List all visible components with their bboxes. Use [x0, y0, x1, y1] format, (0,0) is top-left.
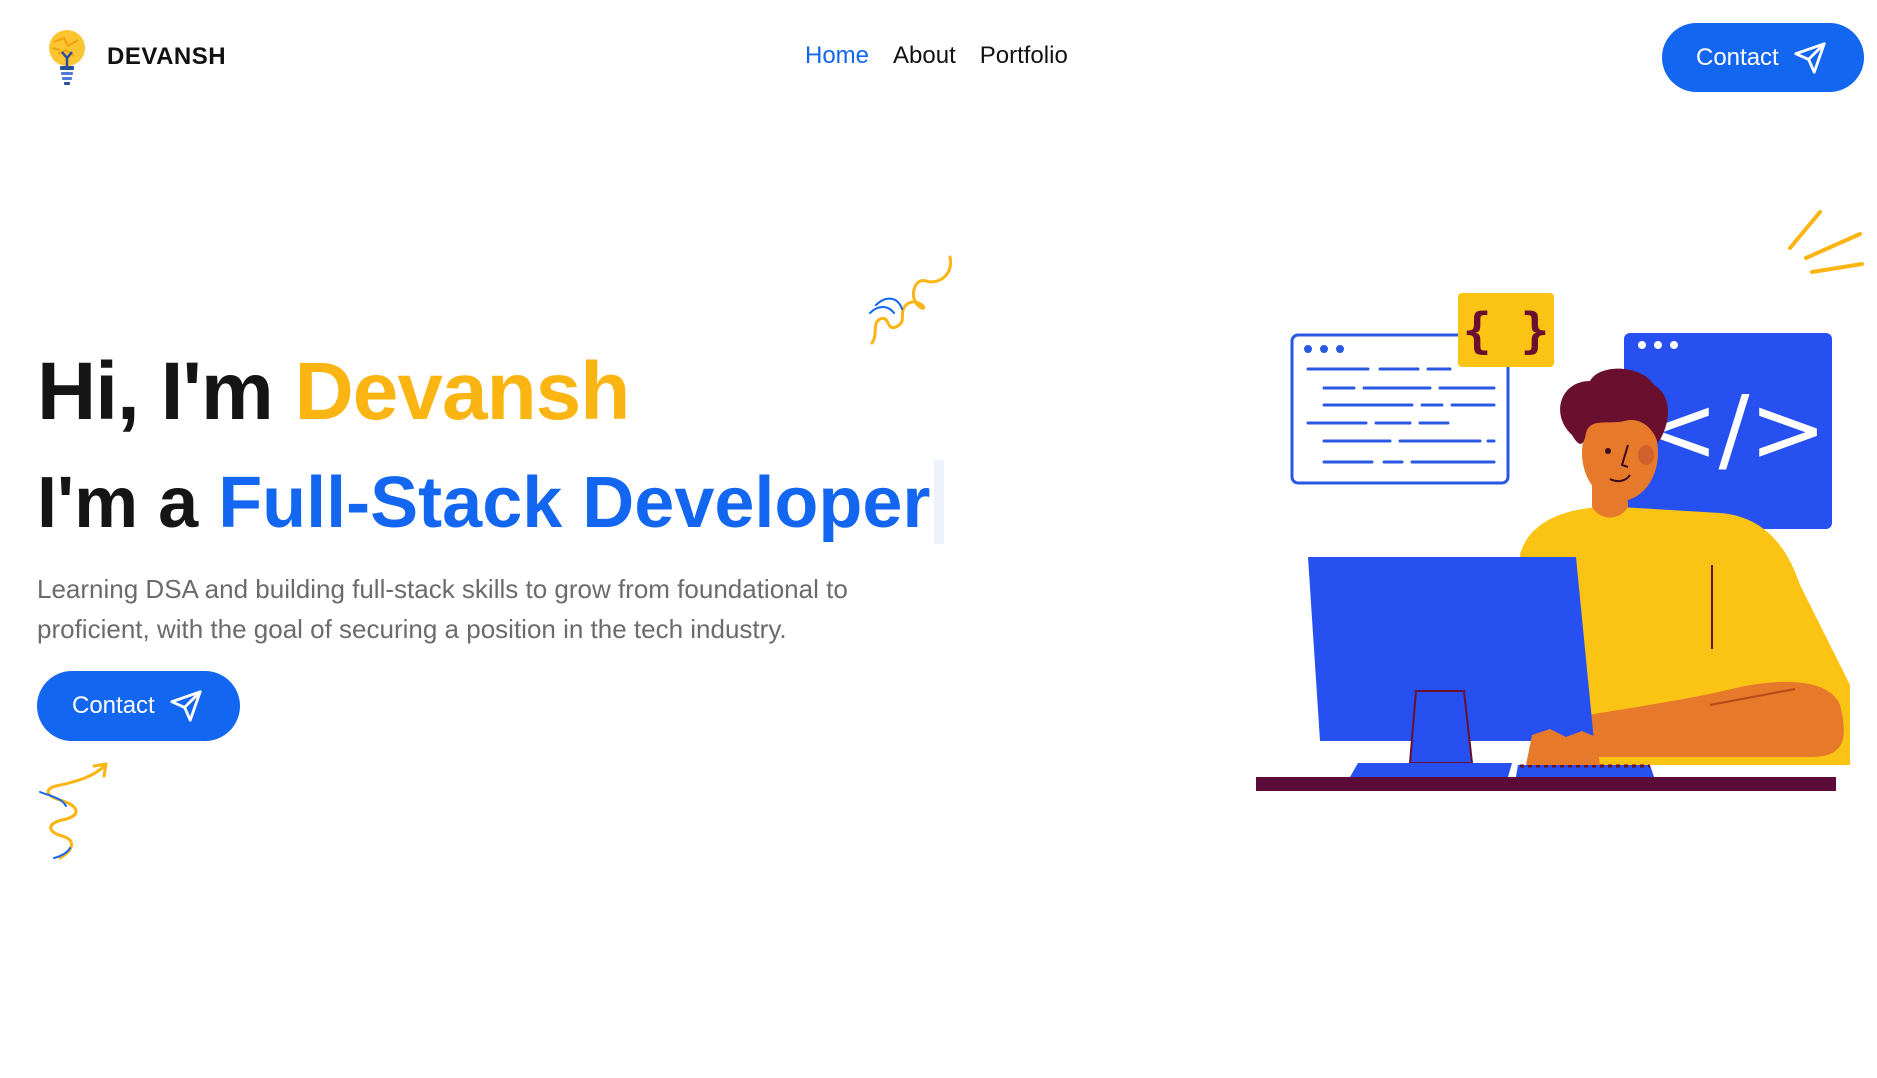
send-icon	[170, 690, 202, 722]
brand-name[interactable]: DEVANSH	[107, 43, 226, 71]
lightbulb-logo-icon[interactable]	[44, 28, 90, 86]
decorative-squiggle	[869, 255, 953, 345]
developer-illustration: { } </>	[1256, 293, 1850, 791]
hero-greeting: Hi, I'm Devansh	[37, 345, 631, 439]
nav-about[interactable]: About	[893, 42, 956, 70]
hero-role-prefix: I'm a	[37, 463, 219, 543]
decorative-dashes	[1788, 210, 1864, 274]
site-header: DEVANSH Home About Portfolio Contact	[0, 0, 1877, 114]
code-tag-label: </>	[1641, 376, 1826, 483]
nav-portfolio[interactable]: Portfolio	[980, 42, 1068, 70]
hero-role: I'm a Full-Stack Developer	[37, 462, 930, 544]
hero-role-text: Full-Stack Developer	[218, 463, 931, 543]
hero-name: Devansh	[294, 346, 631, 437]
header-contact-label: Contact	[1696, 43, 1779, 71]
code-braces-label: { }	[1463, 303, 1550, 359]
hero-description: Learning DSA and building full-stack ski…	[37, 574, 848, 644]
hero-contact-button[interactable]: Contact	[37, 671, 240, 741]
send-icon	[1794, 41, 1826, 74]
hero-contact-label: Contact	[72, 692, 155, 719]
main-nav: Home About Portfolio	[805, 42, 1068, 70]
nav-home[interactable]: Home	[805, 42, 869, 70]
typing-caret	[934, 460, 944, 544]
hero-greeting-text: Hi, I'm	[37, 346, 295, 437]
header-contact-button[interactable]: Contact	[1662, 23, 1864, 92]
decorative-arrow-squiggle	[39, 762, 108, 860]
